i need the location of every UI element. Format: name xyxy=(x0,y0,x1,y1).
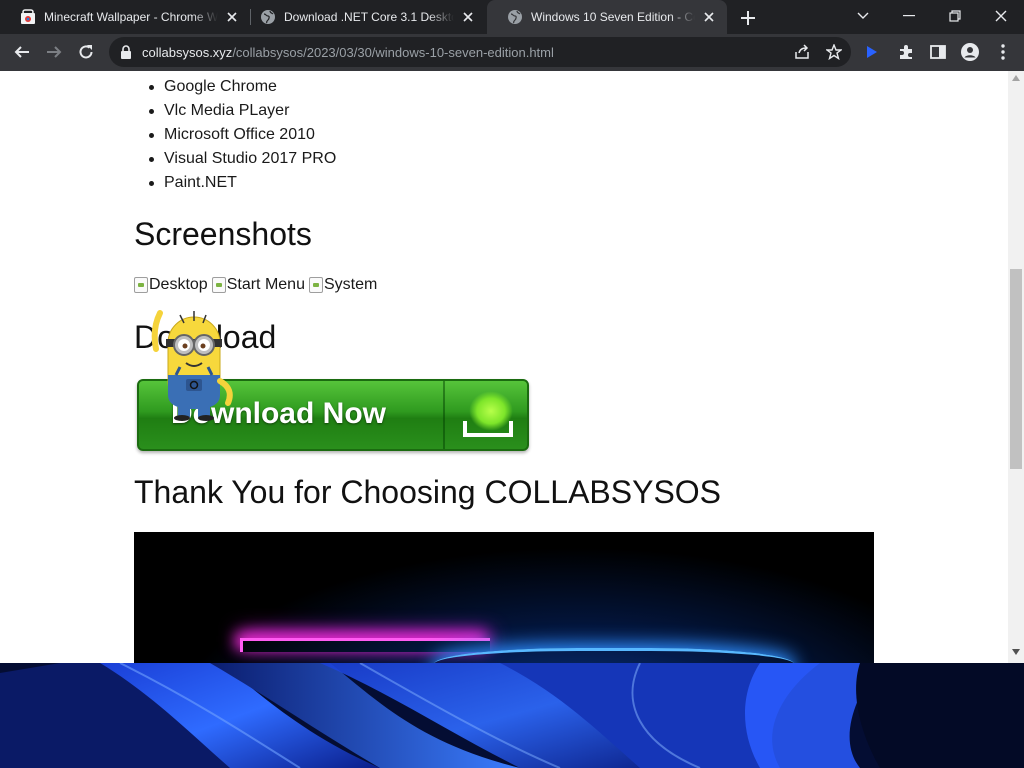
screenshot-system[interactable]: System xyxy=(308,276,378,294)
reload-button[interactable] xyxy=(72,38,100,66)
browser-toolbar: collabsysos.xyz/collabsysos/2023/03/30/w… xyxy=(0,34,1024,71)
image-alt-text: Start Menu xyxy=(226,276,305,293)
list-item: Vlc Media PLayer xyxy=(148,99,336,123)
back-arrow-icon xyxy=(14,46,29,58)
extensions-button[interactable] xyxy=(896,42,916,62)
chrome-web-store-icon xyxy=(21,9,35,24)
page-scrollbar[interactable] xyxy=(1008,71,1024,663)
list-item: Microsoft Office 2010 xyxy=(148,123,336,147)
button-divider xyxy=(443,381,445,449)
wallpaper-preview-image xyxy=(134,532,874,663)
plus-icon xyxy=(741,11,755,25)
list-item: Paint.NET xyxy=(148,171,336,195)
broken-image-icon xyxy=(308,277,323,293)
restore-button[interactable] xyxy=(932,0,978,32)
thanks-heading: Thank You for Choosing COLLABSYSOS xyxy=(134,474,722,510)
profile-button[interactable] xyxy=(960,42,980,62)
neon-pink-line xyxy=(240,638,490,652)
profile-icon xyxy=(961,43,979,61)
minimize-icon xyxy=(903,15,915,17)
broken-image-icon xyxy=(211,277,226,293)
image-alt-text: Desktop xyxy=(149,276,208,293)
tab-dotnet-download[interactable]: Download .NET Core 3.1 Desktop Runtime xyxy=(240,0,486,34)
list-item: Google Chrome xyxy=(148,75,336,99)
screenshot-gallery: Desktop Start Menu System xyxy=(134,276,377,294)
page-viewport: Google Chrome Vlc Media PLayer Microsoft… xyxy=(0,71,1008,663)
scroll-down-icon[interactable] xyxy=(1012,649,1020,655)
forward-button[interactable] xyxy=(40,38,68,66)
bookmark-button[interactable] xyxy=(824,42,844,62)
tab-title: Minecraft Wallpaper - Chrome Web Store xyxy=(44,10,218,24)
tab-strip: Minecraft Wallpaper - Chrome Web Store D… xyxy=(0,0,1024,34)
url-text[interactable]: collabsysos.xyz/collabsysos/2023/03/30/w… xyxy=(142,45,554,60)
minion-mascot-icon[interactable] xyxy=(150,309,240,421)
included-apps-list: Google Chrome Vlc Media PLayer Microsoft… xyxy=(148,75,336,195)
scrollbar-thumb[interactable] xyxy=(1010,269,1022,469)
screenshot-start-menu[interactable]: Start Menu xyxy=(211,276,305,294)
minimize-button[interactable] xyxy=(886,0,932,32)
scroll-up-icon[interactable] xyxy=(1012,75,1020,81)
image-alt-text: System xyxy=(323,276,378,293)
close-window-button[interactable] xyxy=(978,0,1024,32)
windows-bloom-wallpaper-image xyxy=(0,663,1024,768)
download-tray-icon xyxy=(463,421,513,437)
url-path: /collabsysos/2023/03/30/windows-10-seven… xyxy=(232,45,554,60)
desktop-wallpaper xyxy=(0,663,1024,768)
screenshots-heading: Screenshots xyxy=(134,216,312,252)
address-bar[interactable]: collabsysos.xyz/collabsysos/2023/03/30/w… xyxy=(109,37,851,67)
star-icon xyxy=(826,44,842,60)
close-icon xyxy=(995,10,1007,22)
back-button[interactable] xyxy=(8,38,36,66)
tab-minecraft-wallpaper[interactable]: Minecraft Wallpaper - Chrome Web Store xyxy=(0,0,250,34)
tab-close-icon[interactable] xyxy=(460,9,476,25)
tab-close-icon[interactable] xyxy=(224,9,240,25)
restore-icon xyxy=(949,10,961,22)
tab-title: Download .NET Core 3.1 Desktop Runtime xyxy=(284,10,454,24)
chrome-menu-button[interactable] xyxy=(993,42,1013,62)
url-host: collabsysos.xyz xyxy=(142,45,233,60)
tab-search-button[interactable] xyxy=(840,0,886,32)
side-panel-button[interactable] xyxy=(928,42,948,62)
globe-icon xyxy=(261,10,275,24)
lock-icon[interactable] xyxy=(120,45,132,59)
tab-title: Windows 10 Seven Edition - Collabsysos xyxy=(531,10,695,24)
new-tab-button[interactable] xyxy=(737,7,759,29)
reload-icon xyxy=(79,45,93,59)
extension-button[interactable] xyxy=(862,42,882,62)
kebab-menu-icon xyxy=(1001,44,1005,60)
list-item: Visual Studio 2017 PRO xyxy=(148,147,336,171)
side-panel-icon xyxy=(930,45,946,59)
share-button[interactable] xyxy=(792,42,812,62)
tab-close-icon[interactable] xyxy=(701,9,717,25)
broken-image-icon xyxy=(134,277,148,293)
globe-icon xyxy=(508,10,522,24)
screenshot-desktop[interactable]: Desktop xyxy=(134,276,208,294)
forward-arrow-icon xyxy=(47,46,62,58)
chevron-down-icon xyxy=(857,12,869,19)
cursor-extension-icon xyxy=(867,46,877,58)
share-icon xyxy=(795,44,809,59)
puzzle-icon xyxy=(900,45,912,59)
tab-windows-10-seven-edition[interactable]: Windows 10 Seven Edition - Collabsysos xyxy=(487,0,727,34)
